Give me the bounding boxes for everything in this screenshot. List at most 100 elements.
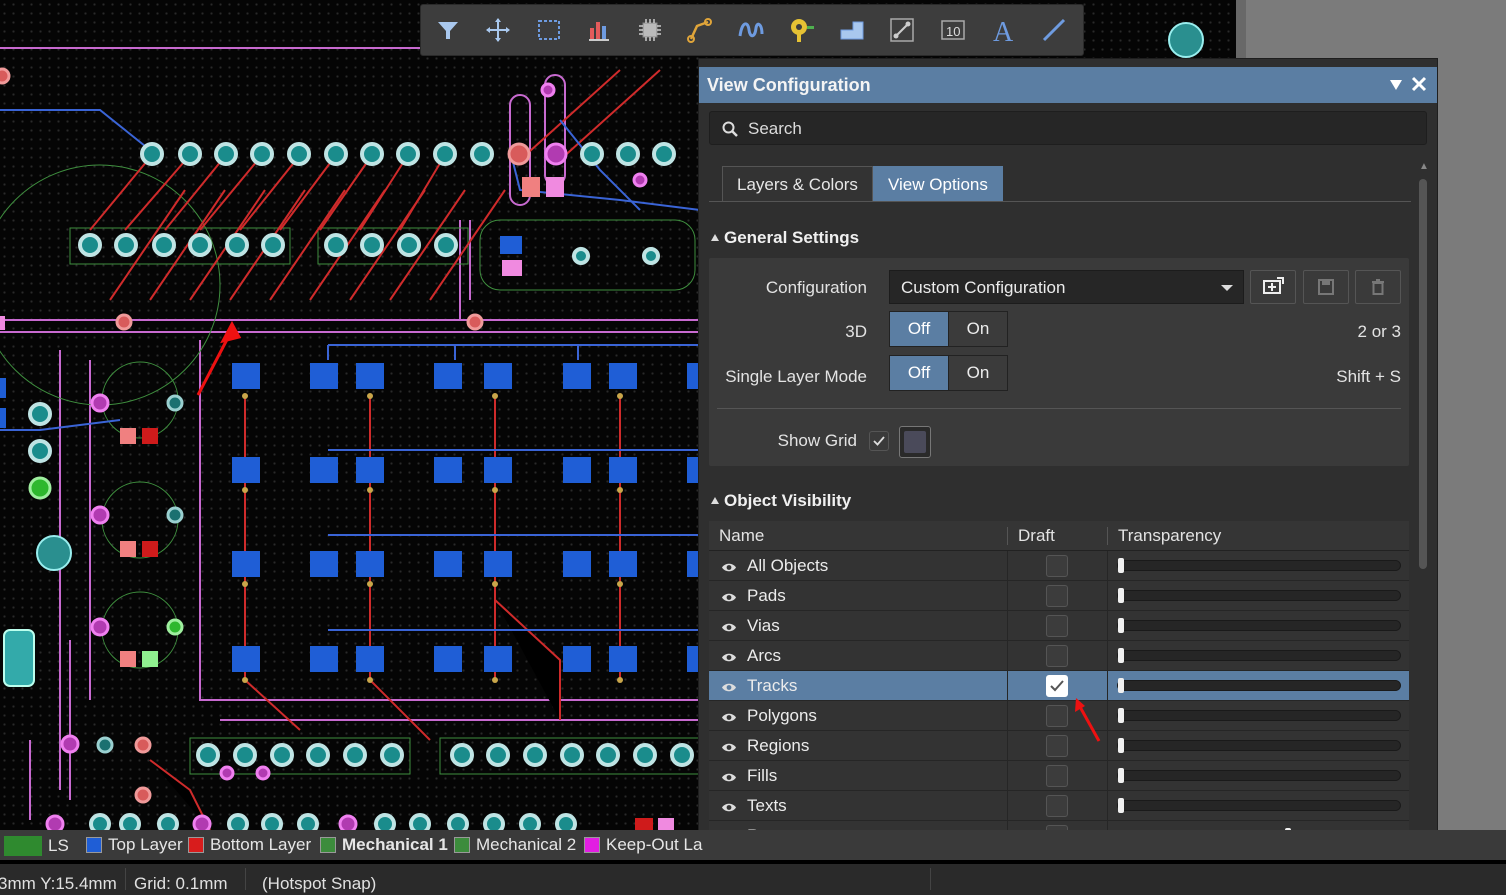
object-row[interactable]: Tracks [709, 671, 1409, 701]
slider-thumb[interactable] [1118, 768, 1124, 783]
panel-scrollbar[interactable]: ▲ ▼ [1419, 161, 1429, 854]
transparency-slider[interactable] [1117, 708, 1401, 723]
line-icon[interactable] [1032, 9, 1076, 51]
draft-checkbox[interactable] [1046, 585, 1068, 607]
draft-checkbox[interactable] [1046, 555, 1068, 577]
transparency-slider[interactable] [1117, 678, 1401, 693]
slider-thumb[interactable] [1118, 798, 1124, 813]
object-row[interactable]: Vias [709, 611, 1409, 641]
slider-thumb[interactable] [1118, 588, 1124, 603]
draft-checkbox[interactable] [1046, 795, 1068, 817]
object-row[interactable]: Arcs [709, 641, 1409, 671]
via-icon[interactable] [779, 9, 823, 51]
general-settings-header[interactable]: General Settings [711, 228, 859, 248]
search-input[interactable]: Search [709, 111, 1427, 145]
object-row[interactable]: All Objects [709, 551, 1409, 581]
threed-on-button[interactable]: On [948, 312, 1007, 346]
slider-thumb[interactable] [1118, 648, 1124, 663]
transparency-slider[interactable] [1117, 798, 1401, 813]
tab-layers-colors[interactable]: Layers & Colors [722, 166, 873, 202]
object-row[interactable]: Fills [709, 761, 1409, 791]
eye-icon[interactable] [721, 800, 737, 818]
object-row[interactable]: Polygons [709, 701, 1409, 731]
route-icon[interactable] [678, 9, 722, 51]
eye-icon[interactable] [721, 620, 737, 638]
object-row[interactable]: Texts [709, 791, 1409, 821]
single-layer-off-button[interactable]: Off [890, 356, 948, 390]
configuration-select[interactable]: Custom Configuration [889, 270, 1244, 304]
slider-thumb[interactable] [1118, 618, 1124, 633]
show-grid-label: Show Grid [777, 431, 857, 450]
tab-view-options[interactable]: View Options [873, 166, 1003, 202]
column-draft[interactable]: Draft [1018, 526, 1055, 546]
arc-icon[interactable] [729, 9, 773, 51]
eye-icon[interactable] [721, 650, 737, 668]
layer-tab-bottom-layer[interactable]: Bottom Layer [188, 834, 311, 856]
svg-text:10: 10 [946, 24, 960, 39]
eye-icon[interactable] [721, 710, 737, 728]
single-layer-on-button[interactable]: On [948, 356, 1007, 390]
add-configuration-button[interactable] [1250, 270, 1296, 304]
chart-icon[interactable] [577, 9, 621, 51]
layer-tab-keep-out[interactable]: Keep-Out La [584, 834, 702, 856]
transparency-slider[interactable] [1117, 558, 1401, 573]
column-name[interactable]: Name [719, 526, 764, 546]
layer-tabs-bar: LS Top Layer Bottom Layer Mechanical 1 M… [0, 830, 1506, 860]
component-icon[interactable] [628, 9, 672, 51]
layer-tab-ls[interactable]: LS [4, 835, 69, 857]
panel-titlebar[interactable]: View Configuration [699, 67, 1437, 103]
delete-configuration-button[interactable] [1355, 270, 1401, 304]
text-icon[interactable]: A [981, 9, 1025, 51]
dimension-icon[interactable] [880, 9, 924, 51]
object-row-name: Arcs [747, 646, 781, 665]
draft-checkbox[interactable] [1046, 705, 1068, 727]
search-icon [722, 121, 738, 142]
search-placeholder: Search [748, 119, 802, 138]
panel-title: View Configuration [707, 75, 871, 95]
eye-icon[interactable] [721, 770, 737, 788]
scrollbar-thumb[interactable] [1419, 179, 1427, 569]
filter-icon[interactable] [426, 9, 470, 51]
eye-icon[interactable] [721, 680, 737, 698]
transparency-slider[interactable] [1117, 588, 1401, 603]
polygon-icon[interactable] [830, 9, 874, 51]
show-grid-checkbox[interactable] [869, 431, 889, 451]
draft-checkbox[interactable] [1046, 735, 1068, 757]
move-icon[interactable] [476, 9, 520, 51]
panel-menu-icon[interactable] [1389, 78, 1403, 96]
layer-tab-top-layer[interactable]: Top Layer [86, 834, 183, 856]
configuration-label: Configuration [765, 278, 867, 297]
transparency-slider[interactable] [1117, 738, 1401, 753]
column-transparency[interactable]: Transparency [1118, 526, 1221, 546]
draft-checkbox[interactable] [1046, 645, 1068, 667]
transparency-slider[interactable] [1117, 618, 1401, 633]
eye-icon[interactable] [721, 740, 737, 758]
layer-tab-mechanical-2[interactable]: Mechanical 2 [454, 834, 576, 856]
draft-checkbox[interactable] [1046, 675, 1068, 697]
slider-thumb[interactable] [1118, 558, 1124, 573]
string-icon[interactable]: 10 [931, 9, 975, 51]
layer-tab-mechanical-1[interactable]: Mechanical 1 [320, 834, 448, 856]
single-layer-mode-label: Single Layer Mode [725, 367, 867, 386]
threed-off-button[interactable]: Off [890, 312, 948, 346]
object-row[interactable]: Pads [709, 581, 1409, 611]
transparency-slider[interactable] [1117, 768, 1401, 783]
eye-icon[interactable] [721, 590, 737, 608]
object-row-name: Vias [747, 616, 780, 635]
threed-toggle[interactable]: Off On [889, 311, 1008, 347]
single-layer-shortcut: Shift + S [1336, 367, 1401, 386]
save-configuration-button[interactable] [1303, 270, 1349, 304]
slider-thumb[interactable] [1118, 708, 1124, 723]
close-icon[interactable] [1411, 76, 1427, 97]
draft-checkbox[interactable] [1046, 615, 1068, 637]
eye-icon[interactable] [721, 560, 737, 578]
slider-thumb[interactable] [1118, 678, 1124, 693]
slider-thumb[interactable] [1118, 738, 1124, 753]
grid-color-swatch[interactable] [899, 426, 931, 458]
single-layer-mode-toggle[interactable]: Off On [889, 355, 1008, 391]
transparency-slider[interactable] [1117, 648, 1401, 663]
draft-checkbox[interactable] [1046, 765, 1068, 787]
object-row[interactable]: Regions [709, 731, 1409, 761]
object-visibility-header[interactable]: Object Visibility [711, 491, 851, 511]
select-rect-icon[interactable] [527, 9, 571, 51]
